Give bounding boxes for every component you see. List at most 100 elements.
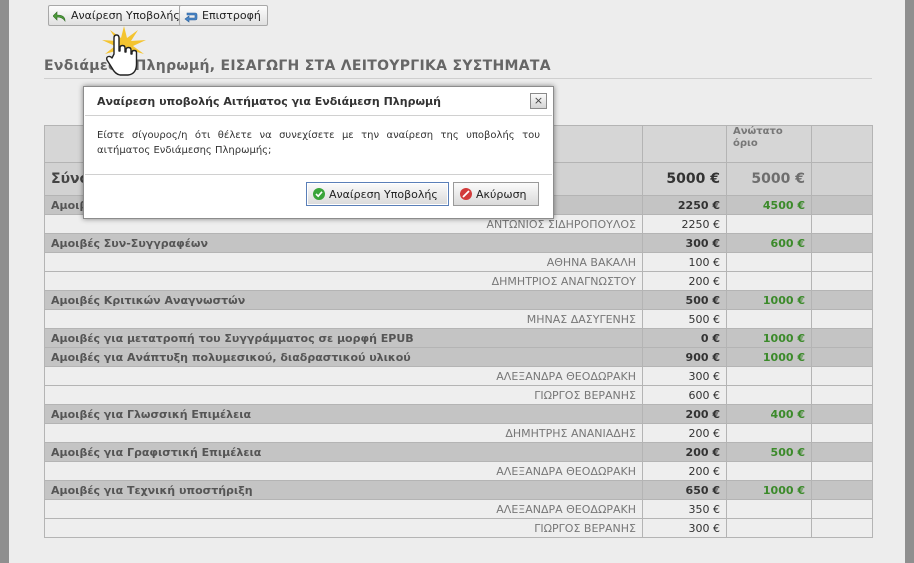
person-name: ΓΙΩΡΓΟΣ ΒΕΡΑΝΗΣ <box>44 385 643 405</box>
dialog-title: Αναίρεση υποβολής Αιτήματος για Ενδιάμεσ… <box>97 95 441 108</box>
amount-cell: 300 € <box>642 366 727 386</box>
max-limit-cell <box>726 271 812 291</box>
amount-cell: 650 € <box>642 480 727 500</box>
extra-cell <box>811 423 873 443</box>
person-row: ΜΗΝΑΣ ΔΑΣΥΓΕΝΗΣ 500 € <box>44 309 873 329</box>
back-label: Επιστροφή <box>202 9 261 22</box>
extra-cell <box>811 233 873 253</box>
person-row: ΑΛΕΞΑΝΔΡΑ ΘΕΟΔΩΡΑΚΗ 200 € <box>44 461 873 481</box>
category-row: Αμοιβές για Γραφιστική Επιμέλεια 200 €500… <box>44 442 873 462</box>
check-circle-icon <box>313 188 325 200</box>
max-limit-cell <box>726 423 812 443</box>
header-amount-cell <box>642 125 727 163</box>
category-row: Αμοιβές Συν-Συγγραφέων 300 €600 € <box>44 233 873 253</box>
category-row: Αμοιβές Κριτικών Αναγνωστών 500 €1000 € <box>44 290 873 310</box>
extra-cell <box>811 328 873 348</box>
category-row: Αμοιβές για μετατροπή του Συγγράμματος σ… <box>44 328 873 348</box>
person-row: ΓΙΩΡΓΟΣ ΒΕΡΑΝΗΣ 600 € <box>44 385 873 405</box>
extra-cell <box>811 214 873 234</box>
extra-cell <box>811 499 873 519</box>
category-row: Αμοιβές για Τεχνική υποστήριξη 650 €1000 … <box>44 480 873 500</box>
amount-cell: 500 € <box>642 290 727 310</box>
max-limit-cell: 500 € <box>726 442 812 462</box>
person-row: ΔΗΜΗΤΡΙΟΣ ΑΝΑΓΝΩΣΤΟΥ 200 € <box>44 271 873 291</box>
dialog-divider <box>85 174 552 175</box>
amount-cell: 100 € <box>642 252 727 272</box>
remove-submission-button[interactable]: Αναίρεση Υποβολής <box>48 5 187 26</box>
extra-cell <box>811 290 873 310</box>
max-limit-cell <box>726 461 812 481</box>
amount-cell: 300 € <box>642 518 727 538</box>
confirm-dialog: Αναίρεση υποβολής Αιτήματος για Ενδιάμεσ… <box>83 86 554 219</box>
total-amount: 5000 € <box>642 162 727 196</box>
cancel-label: Ακύρωση <box>476 187 527 201</box>
undo-arrow-icon <box>52 10 67 22</box>
amount-cell: 200 € <box>642 442 727 462</box>
amount-cell: 0 € <box>642 328 727 348</box>
category-label: Αμοιβές για Γραφιστική Επιμέλεια <box>44 442 643 462</box>
amount-cell: 900 € <box>642 347 727 367</box>
dialog-message: Είστε σίγουρος/η ότι θέλετε να συνεχίσετ… <box>97 130 540 156</box>
amount-cell: 200 € <box>642 404 727 424</box>
person-name: ΓΙΩΡΓΟΣ ΒΕΡΑΝΗΣ <box>44 518 643 538</box>
person-name: ΑΛΕΞΑΝΔΡΑ ΘΕΟΔΩΡΑΚΗ <box>44 499 643 519</box>
amount-cell: 200 € <box>642 271 727 291</box>
max-limit-cell <box>726 252 812 272</box>
hand-pointer-icon <box>102 26 146 76</box>
person-row: ΑΘΗΝΑ ΒΑΚΑΛΗ 100 € <box>44 252 873 272</box>
amount-cell: 2250 € <box>642 195 727 215</box>
amount-cell: 2250 € <box>642 214 727 234</box>
page-title: Ενδιάμεση Πληρωμή, ΕΙΣΑΓΩΓΗ ΣΤΑ ΛΕΙΤΟΥΡΓ… <box>44 58 872 79</box>
extra-cell <box>811 518 873 538</box>
max-limit-cell <box>726 518 812 538</box>
extra-cell <box>811 366 873 386</box>
max-limit-cell <box>726 366 812 386</box>
extra-cell <box>811 271 873 291</box>
person-name: ΑΛΕΞΑΝΔΡΑ ΘΕΟΔΩΡΑΚΗ <box>44 461 643 481</box>
max-limit-cell <box>726 214 812 234</box>
max-limit-cell: 1000 € <box>726 347 812 367</box>
max-limit-cell: 1000 € <box>726 290 812 310</box>
back-button[interactable]: Επιστροφή <box>179 5 268 26</box>
max-limit-cell: 4500 € <box>726 195 812 215</box>
total-max: 5000 € <box>726 162 812 196</box>
max-limit-cell: 600 € <box>726 233 812 253</box>
max-limit-cell: 1000 € <box>726 328 812 348</box>
person-row: ΓΙΩΡΓΟΣ ΒΕΡΑΝΗΣ 300 € <box>44 518 873 538</box>
extra-cell <box>811 309 873 329</box>
person-name: ΑΛΕΞΑΝΔΡΑ ΘΕΟΔΩΡΑΚΗ <box>44 366 643 386</box>
remove-submission-label: Αναίρεση Υποβολής <box>71 9 180 22</box>
dialog-close-button[interactable]: × <box>530 93 547 109</box>
person-row: ΔΗΜΗΤΡΗΣ ΑΝΑΝΙΑΔΗΣ 200 € <box>44 423 873 443</box>
extra-cell <box>811 252 873 272</box>
person-row: ΑΛΕΞΑΝΔΡΑ ΘΕΟΔΩΡΑΚΗ 350 € <box>44 499 873 519</box>
category-label: Αμοιβές Κριτικών Αναγνωστών <box>44 290 643 310</box>
cancel-button[interactable]: Ακύρωση <box>453 182 539 206</box>
person-name: ΜΗΝΑΣ ΔΑΣΥΓΕΝΗΣ <box>44 309 643 329</box>
max-limit-cell <box>726 385 812 405</box>
confirm-remove-submission-button[interactable]: Αναίρεση Υποβολής <box>306 182 449 206</box>
header-extra-cell <box>811 125 873 163</box>
amount-cell: 200 € <box>642 461 727 481</box>
amount-cell: 350 € <box>642 499 727 519</box>
category-row: Αμοιβές για Ανάπτυξη πολυμεσικού, διαδρα… <box>44 347 873 367</box>
extra-cell <box>811 347 873 367</box>
max-limit-cell: 1000 € <box>726 480 812 500</box>
category-label: Αμοιβές για Ανάπτυξη πολυμεσικού, διαδρα… <box>44 347 643 367</box>
person-name: ΑΘΗΝΑ ΒΑΚΑΛΗ <box>44 252 643 272</box>
extra-cell <box>811 404 873 424</box>
no-entry-icon <box>460 188 472 200</box>
confirm-label: Αναίρεση Υποβολής <box>329 187 438 201</box>
extra-cell <box>811 480 873 500</box>
category-label: Αμοιβές για Τεχνική υποστήριξη <box>44 480 643 500</box>
person-name: ΔΗΜΗΤΡΗΣ ΑΝΑΝΙΑΔΗΣ <box>44 423 643 443</box>
max-limit-cell <box>726 309 812 329</box>
return-arrow-icon <box>184 10 198 23</box>
page-background: Αναίρεση Υποβολής Επιστροφή Ενδιάμεση Πλ… <box>0 0 914 563</box>
amount-cell: 600 € <box>642 385 727 405</box>
max-limit-cell: 400 € <box>726 404 812 424</box>
amount-cell: 200 € <box>642 423 727 443</box>
extra-cell <box>811 461 873 481</box>
person-row: ΑΛΕΞΑΝΔΡΑ ΘΕΟΔΩΡΑΚΗ 300 € <box>44 366 873 386</box>
header-max-cell: Ανώτατο όριο <box>726 125 812 163</box>
